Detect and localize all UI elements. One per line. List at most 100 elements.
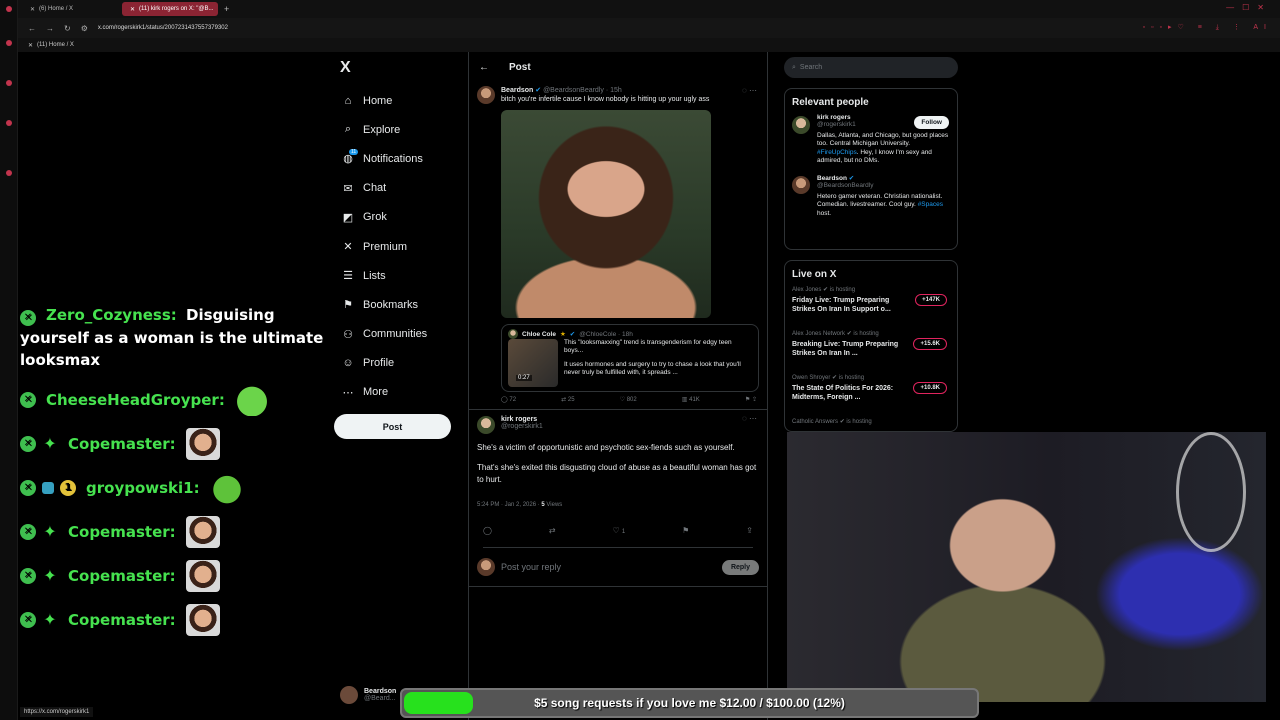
star-badge-icon: ✦ <box>43 433 57 453</box>
bookmark-share-actions[interactable]: ⚑ ⇪ <box>745 396 757 403</box>
x-tab-icon: ✕ <box>130 6 136 13</box>
repost-icon[interactable]: ⇄ <box>549 526 556 535</box>
hashtag-link[interactable]: #Spaces <box>918 201 943 208</box>
search-icon: ⌕ <box>792 63 796 71</box>
avatar[interactable] <box>792 176 810 194</box>
sidebar-app-icon[interactable] <box>6 120 12 126</box>
repost-action[interactable]: ⇄ 25 <box>561 396 574 403</box>
site-info-icon[interactable]: ⚙ <box>81 24 88 33</box>
forward-icon[interactable]: → <box>46 24 54 33</box>
bell-icon: ◍ 11 <box>343 149 359 166</box>
chat-message: ✕ ✦ Copemaster: <box>20 515 330 548</box>
back-arrow-icon[interactable]: ← <box>479 62 489 73</box>
reply-button[interactable]: Reply <box>721 559 759 575</box>
bookmarks-bar: ✕ (11) Home / X <box>18 38 1280 52</box>
nav-home[interactable]: ⌂ Home <box>338 86 468 115</box>
post-button[interactable]: Post <box>334 414 451 439</box>
live-item[interactable]: Alex Jones Network ✔ is hosting Breaking… <box>785 324 957 368</box>
live-listener-count: +10.8K <box>913 382 947 394</box>
sidebar-app-icon[interactable] <box>6 170 12 176</box>
window-controls[interactable]: —☐✕ <box>1226 3 1272 12</box>
live-listener-count: +147K <box>915 294 947 306</box>
live-title: The State Of Politics For 2026: Midterms… <box>792 385 894 402</box>
reply-action[interactable]: ◯ 72 <box>501 396 516 403</box>
verified-icon: ✔ <box>535 87 542 94</box>
face-emote-icon <box>185 515 220 548</box>
avatar[interactable] <box>477 416 495 434</box>
person-handle[interactable]: @BeardsonBeardly <box>817 182 950 189</box>
verified-icon: ✔ <box>848 175 855 182</box>
url-field[interactable]: x.com/rogerskirk1/status/200723143755737… <box>98 25 228 31</box>
sidebar-app-icon[interactable] <box>6 80 12 86</box>
original-tweet[interactable]: Beardson ✔ @BeardsonBeardly · 15h bitch … <box>469 82 767 104</box>
reply-author-name[interactable]: kirk rogers <box>501 416 543 423</box>
nav-profile[interactable]: ☺ Profile <box>338 349 468 378</box>
chat-message: ✕ ✦ Copemaster: <box>20 427 330 460</box>
nav-bookmarks[interactable]: ⚑ Bookmarks <box>338 290 468 319</box>
sidebar-app-icon[interactable] <box>6 40 12 46</box>
person-bio: Dallas, Atlanta, and Chicago, but good p… <box>817 132 949 165</box>
avatar[interactable] <box>477 86 495 104</box>
like-action[interactable]: ♡ 802 <box>620 396 637 403</box>
star-badge-icon: ✦ <box>43 609 57 629</box>
nav-communities[interactable]: ⚇ Communities <box>338 320 468 349</box>
face-emote-icon <box>185 559 220 592</box>
reload-icon[interactable]: ↻ <box>64 24 71 33</box>
account-switcher[interactable]: Beardson @Beard... <box>340 686 396 704</box>
chat-username: CheeseHeadGroyper: <box>46 390 225 409</box>
like-action[interactable]: ♡ 1 <box>613 526 626 535</box>
live-item[interactable]: Catholic Answers ✔ is hosting <box>785 412 957 426</box>
extension-icons[interactable]: ▫▫▫▸♡ ≡ ⤓ ⋮ AI <box>1143 23 1272 32</box>
person-item[interactable]: Beardson ✔ @BeardsonBeardly Hetero gamer… <box>785 168 957 228</box>
live-item[interactable]: Alex Jones ✔ is hosting Friday Live: Tru… <box>785 280 957 324</box>
nav-grok[interactable]: ◩ Grok <box>338 203 468 232</box>
browser-tab[interactable]: ✕ (6) Home / X <box>22 2 118 16</box>
views-action[interactable]: ▥ 41K <box>682 396 700 403</box>
video-thumbnail[interactable]: 0:27 <box>508 339 558 387</box>
lists-icon: ☰ <box>343 270 353 283</box>
tab-bar: ✕ (6) Home / X ✕ (11) kirk rogers on X: "@… <box>18 0 1280 18</box>
back-icon[interactable]: ← <box>28 24 36 33</box>
nav-chat[interactable]: ✉ Chat <box>338 174 468 203</box>
nav-explore[interactable]: ⌕ Explore <box>338 115 468 144</box>
chat-username: Copemaster: <box>68 522 176 541</box>
nav-notifications[interactable]: ◍ 11 Notifications <box>338 144 468 173</box>
browser-logo-icon[interactable] <box>6 6 12 12</box>
person-item[interactable]: kirk rogers @rogerskirk1 Dallas, Atlanta… <box>785 108 957 168</box>
tweet-image[interactable] <box>501 110 711 318</box>
quoted-tweet[interactable]: Chloe Cole ★ ✔ @ChloeCole · 18h 0:27 Thi… <box>501 324 759 392</box>
bookmark-item[interactable]: (11) Home / X <box>37 42 74 48</box>
nav-lists[interactable]: ☰ Lists <box>338 261 468 290</box>
repost-icon: ⇄ <box>561 397 567 403</box>
donation-goal-bar: $5 song requests if you love me $12.00 /… <box>400 688 979 718</box>
bookmark-icon[interactable]: ⚑ <box>682 526 689 535</box>
tweet-author-handle[interactable]: @BeardsonBeardly · 15h <box>543 87 622 94</box>
more-options-icon[interactable]: ◌ ⋯ <box>742 86 757 95</box>
nav-premium[interactable]: ✕ Premium <box>338 232 468 261</box>
follow-button[interactable]: Follow <box>914 116 949 129</box>
avatar[interactable] <box>792 116 810 134</box>
live-listener-count: +15.6K <box>913 338 947 350</box>
quote-text: This "looksmaxxing" trend is transgender… <box>564 339 750 384</box>
avatar <box>340 686 358 704</box>
search-input[interactable]: ⌕ Search <box>784 57 958 78</box>
link-status-url: https://x.com/rogerskirk1 <box>20 707 94 717</box>
new-tab-button[interactable]: + <box>224 4 229 14</box>
hashtag-link[interactable]: #FireUpChips <box>817 149 857 156</box>
tweet-author-name[interactable]: Beardson <box>501 87 533 94</box>
reply-input[interactable]: Post your reply <box>501 562 716 572</box>
reply-author-handle[interactable]: @rogerskirk1 <box>501 423 543 430</box>
reply-icon[interactable]: ◯ <box>483 526 492 535</box>
live-item[interactable]: Owen Shroyer ✔ is hosting The State Of P… <box>785 368 957 412</box>
more-options-icon[interactable]: ◌ ⋯ <box>742 414 757 423</box>
x-logo[interactable]: X <box>340 59 351 77</box>
nav-more[interactable]: ⋯ More <box>338 378 468 407</box>
browser-tab-active[interactable]: ✕ (11) kirk rogers on X: "@B... <box>122 2 218 16</box>
stream-chat: ✕ Zero_Cozyness: Disguising yourself as a… <box>20 304 330 648</box>
share-icon[interactable]: ⇪ <box>746 526 753 535</box>
gift-badge-icon <box>42 481 54 494</box>
mod-badge-icon: ✕ <box>20 391 36 408</box>
person-name[interactable]: Beardson <box>817 175 847 182</box>
reply-tweet-header[interactable]: kirk rogers @rogerskirk1 ◌ ⋯ <box>469 410 767 434</box>
chat-message: ✕ 1 groypowski1: <box>20 471 330 504</box>
